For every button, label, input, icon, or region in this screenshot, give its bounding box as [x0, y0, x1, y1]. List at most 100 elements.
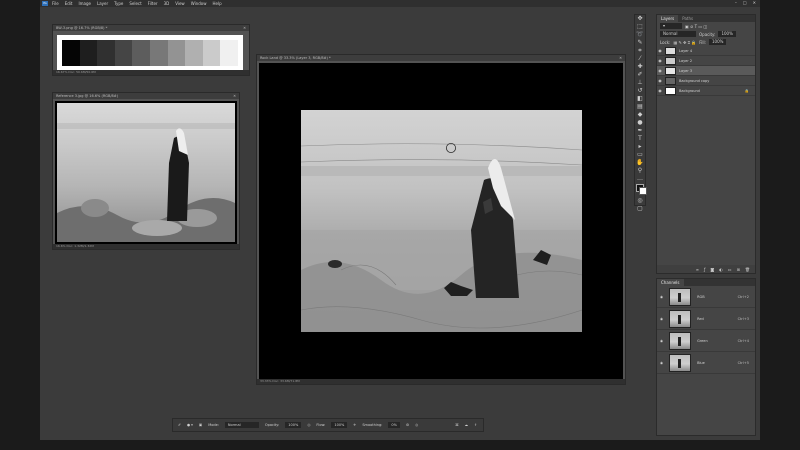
opacity-field[interactable]: 100%	[285, 422, 302, 428]
fill-field[interactable]: 100%	[708, 39, 727, 45]
layer-row[interactable]: ◉ Background 🔒	[657, 86, 755, 96]
background-color[interactable]	[639, 187, 647, 195]
maximize-button[interactable]: □	[743, 0, 747, 5]
gear-icon[interactable]: ⚙	[406, 423, 409, 427]
path-select-tool-icon[interactable]: ▸	[635, 143, 645, 150]
pen-tool-icon[interactable]: ✒	[635, 127, 645, 134]
blur-tool-icon[interactable]: ◆	[635, 111, 645, 118]
cloud-icon[interactable]: ☁	[465, 423, 469, 427]
color-swatches[interactable]	[635, 183, 647, 197]
mode-select[interactable]: Normal	[224, 422, 259, 428]
menu-help[interactable]: Help	[212, 1, 221, 6]
more-tools-icon[interactable]: …	[635, 175, 645, 182]
filter-kind-select[interactable]: ▾	[660, 23, 682, 29]
visibility-eye-icon[interactable]: ◉	[660, 339, 663, 343]
blend-mode-select[interactable]: Normal	[660, 31, 696, 37]
screen-mode-icon[interactable]: ▢	[635, 205, 645, 212]
dodge-tool-icon[interactable]: ●	[635, 119, 645, 126]
visibility-eye-icon[interactable]: ◉	[660, 295, 663, 299]
swatch-canvas[interactable]	[57, 35, 243, 71]
smoothing-field[interactable]: 0%	[388, 422, 400, 428]
eyedropper-tool-icon[interactable]: ⁄	[635, 55, 645, 62]
main-doc-tab[interactable]: Rock Land @ 33.3% (Layer 3, RGB/8#) * ✕	[257, 55, 625, 61]
close-icon[interactable]: ✕	[243, 25, 246, 31]
fx-icon[interactable]: ƒ	[704, 267, 705, 272]
lasso-tool-icon[interactable]: ➰	[635, 31, 645, 38]
symmetry-icon[interactable]: ⌘	[455, 423, 459, 427]
move-tool-icon[interactable]: ✥	[635, 15, 645, 22]
swatch-doc-tab[interactable]: BW-3.png @ 16.7% (RGB/8) * ✕	[53, 25, 249, 31]
hand-tool-icon[interactable]: ✋	[635, 159, 645, 166]
channel-row[interactable]: ◉ RGB Ctrl+2	[657, 286, 755, 308]
layer-row[interactable]: ◉ Layer 2	[657, 56, 755, 66]
channel-row[interactable]: ◉ Green Ctrl+4	[657, 330, 755, 352]
pressure-opacity-icon[interactable]: ◎	[307, 423, 310, 427]
brush-tool-icon[interactable]: ✐	[635, 71, 645, 78]
flow-field[interactable]: 100%	[331, 422, 348, 428]
close-icon[interactable]: ✕	[619, 55, 622, 61]
menu-edit[interactable]: Edit	[65, 1, 73, 6]
lock-icons[interactable]: ▦ ✎ ✥ ⌗ 🔒	[673, 40, 696, 45]
pressure-size-icon[interactable]: ◎	[415, 423, 418, 427]
history-brush-tool-icon[interactable]: ↺	[635, 87, 645, 94]
reference-canvas[interactable]	[55, 101, 237, 244]
menu-layer[interactable]: Layer	[97, 1, 108, 6]
reference-doc-tab[interactable]: Reference 3.jpg @ 16.6% (RGB/8#) ✕	[53, 93, 239, 99]
visibility-eye-icon[interactable]: ◉	[657, 48, 663, 53]
menu-select[interactable]: Select	[129, 1, 141, 6]
airbrush-icon[interactable]: ✈	[353, 423, 356, 427]
channel-row[interactable]: ◉ Blue Ctrl+5	[657, 352, 755, 374]
close-button[interactable]: ✕	[753, 0, 756, 5]
visibility-eye-icon[interactable]: ◉	[660, 317, 663, 321]
adjustment-icon[interactable]: ◐	[719, 267, 723, 272]
link-icon[interactable]: ∞	[696, 267, 699, 272]
group-icon[interactable]: ▭	[728, 267, 732, 272]
menu-window[interactable]: Window	[191, 1, 207, 6]
layer-row[interactable]: ◉ Layer 4	[657, 46, 755, 56]
healing-tool-icon[interactable]: ✚	[635, 63, 645, 70]
trash-icon[interactable]: 🗑	[745, 267, 750, 272]
stamp-tool-icon[interactable]: ⊥	[635, 79, 645, 86]
tab-paths[interactable]: Paths	[678, 16, 697, 21]
channel-row[interactable]: ◉ Red Ctrl+3	[657, 308, 755, 330]
menu-file[interactable]: File	[52, 1, 59, 6]
visibility-eye-icon[interactable]: ◉	[657, 68, 663, 73]
brush-preset-picker[interactable]: ● ▾	[187, 423, 193, 427]
zoom-tool-icon[interactable]: ⚲	[635, 167, 645, 174]
visibility-eye-icon[interactable]: ◉	[657, 88, 663, 93]
brush-settings-icon[interactable]: ▣	[199, 423, 202, 427]
layer-row-selected[interactable]: ◉ Layer 3	[657, 66, 755, 76]
crop-tool-icon[interactable]: ⌗	[635, 47, 645, 54]
visibility-eye-icon[interactable]: ◉	[657, 58, 663, 63]
tab-layers[interactable]: Layers	[657, 15, 679, 22]
swatch-document-window[interactable]: BW-3.png @ 16.7% (RGB/8) * ✕ 16.67% Doc:…	[52, 24, 250, 76]
menu-type[interactable]: Type	[114, 1, 123, 6]
eraser-tool-icon[interactable]: ◧	[635, 95, 645, 102]
share-icon[interactable]: ⇪	[474, 423, 477, 427]
mask-icon[interactable]: ◙	[710, 267, 714, 272]
menu-view[interactable]: View	[175, 1, 185, 6]
reference-document-window[interactable]: Reference 3.jpg @ 16.6% (RGB/8#) ✕ 16.6%…	[52, 92, 240, 250]
gradient-tool-icon[interactable]: ▤	[635, 103, 645, 110]
close-icon[interactable]: ✕	[233, 93, 236, 99]
new-layer-icon[interactable]: ⊞	[737, 267, 740, 272]
main-document-window[interactable]: Rock Land @ 33.3% (Layer 3, RGB/8#) * ✕	[256, 54, 626, 385]
menu-filter[interactable]: Filter	[148, 1, 158, 6]
type-tool-icon[interactable]: T	[635, 135, 645, 142]
quick-select-tool-icon[interactable]: ✎	[635, 39, 645, 46]
marquee-tool-icon[interactable]: ⬚	[635, 23, 645, 30]
quick-mask-icon[interactable]: ◎	[635, 197, 645, 204]
opacity-field[interactable]: 100%	[718, 31, 736, 37]
brush-tool-icon[interactable]: ✐	[178, 423, 181, 427]
menu-3d[interactable]: 3D	[164, 1, 170, 6]
layer-row[interactable]: ◉ Background copy	[657, 76, 755, 86]
shape-tool-icon[interactable]: ▭	[635, 151, 645, 158]
tab-channels[interactable]: Channels	[657, 279, 684, 286]
visibility-eye-icon[interactable]: ◉	[660, 361, 663, 365]
main-canvas[interactable]	[259, 63, 623, 380]
app-logo: Ps	[42, 1, 48, 6]
visibility-eye-icon[interactable]: ◉	[657, 78, 663, 83]
minimize-button[interactable]: –	[735, 0, 737, 5]
filter-icons[interactable]: ▣ ⊘ T ▭ ◫	[685, 24, 707, 29]
menu-image[interactable]: Image	[78, 1, 91, 6]
